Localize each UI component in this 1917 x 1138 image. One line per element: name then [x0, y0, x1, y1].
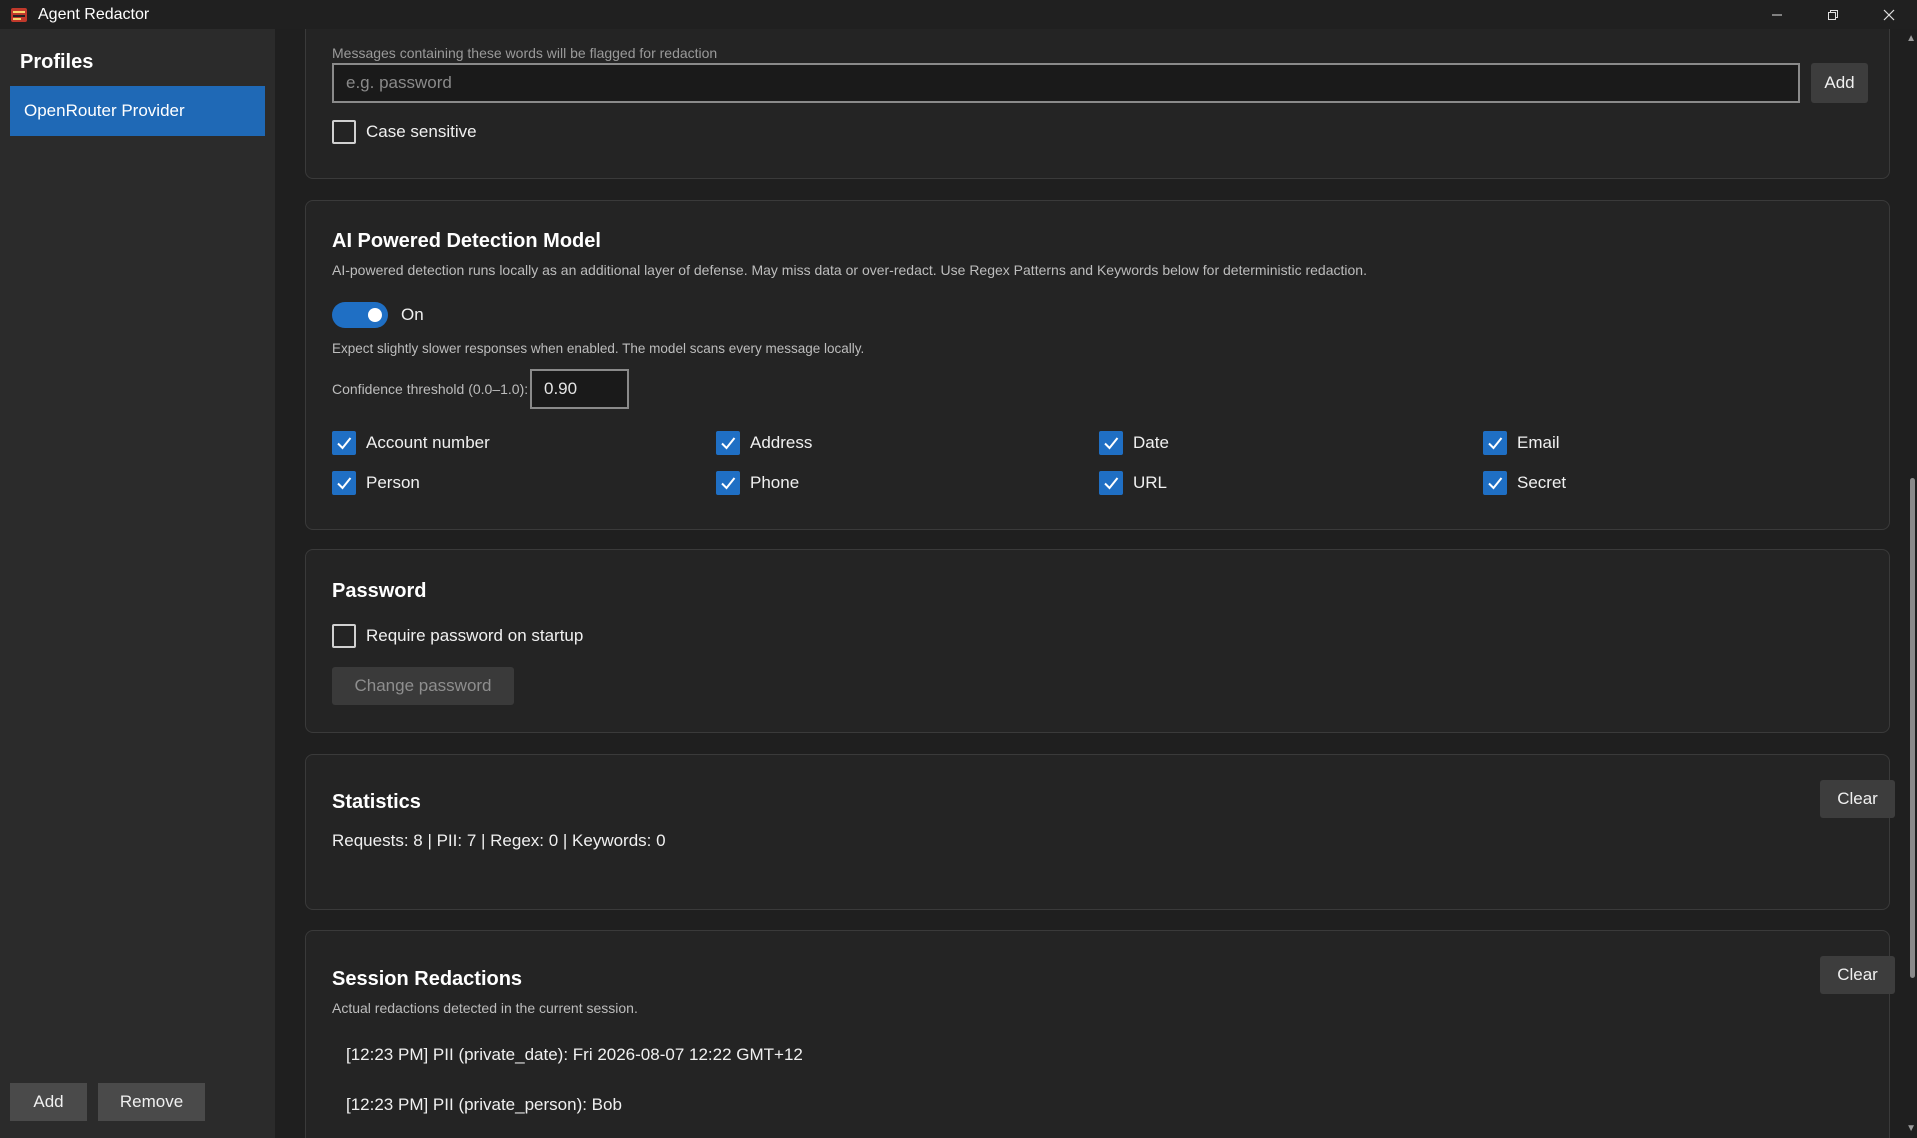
statistics-title: Statistics — [332, 791, 421, 813]
restore-button[interactable] — [1805, 0, 1861, 29]
ai-detection-card: AI Powered Detection Model AI-powered de… — [305, 200, 1890, 530]
category-label: Person — [366, 473, 420, 492]
checkbox-box — [332, 624, 356, 648]
scroll-up-icon[interactable]: ▲ — [1906, 33, 1916, 44]
clear-session-button[interactable]: Clear — [1820, 956, 1895, 994]
session-redactions-title: Session Redactions — [332, 968, 523, 990]
category-label: Account number — [366, 433, 490, 452]
category-email[interactable]: Email — [1483, 431, 1560, 455]
title-bar: Agent Redactor — [0, 0, 1917, 29]
scroll-down-icon[interactable]: ▼ — [1906, 1123, 1916, 1134]
statistics-card: Statistics Clear Requests: 8 | PII: 7 | … — [305, 754, 1895, 910]
minimize-icon — [1772, 14, 1782, 15]
checkmark-icon — [1099, 471, 1123, 495]
window-controls — [1749, 0, 1917, 29]
restore-icon — [1828, 9, 1838, 20]
app-logo-icon — [10, 6, 28, 24]
category-label: Email — [1517, 433, 1560, 452]
checkmark-icon — [1099, 431, 1123, 455]
case-sensitive-checkbox[interactable]: Case sensitive — [332, 120, 477, 144]
category-secret[interactable]: Secret — [1483, 471, 1566, 495]
threshold-label: Confidence threshold (0.0–1.0): — [332, 381, 529, 397]
category-label: URL — [1133, 473, 1168, 492]
category-date[interactable]: Date — [1099, 431, 1169, 455]
checkmark-icon — [332, 431, 356, 455]
remove-profile-button[interactable]: Remove — [98, 1083, 205, 1121]
ai-detection-note: Expect slightly slower responses when en… — [332, 341, 865, 356]
case-sensitive-label: Case sensitive — [366, 122, 477, 141]
scrollbar-thumb[interactable] — [1910, 478, 1915, 978]
category-phone[interactable]: Phone — [716, 471, 799, 495]
category-person[interactable]: Person — [332, 471, 420, 495]
checkmark-icon — [716, 471, 740, 495]
main-panel: Messages containing these words will be … — [275, 29, 1907, 1138]
checkmark-icon — [1483, 431, 1507, 455]
category-address[interactable]: Address — [716, 431, 812, 455]
session-redactions-description: Actual redactions detected in the curren… — [332, 1000, 638, 1016]
password-title: Password — [332, 580, 427, 602]
ai-detection-toggle[interactable] — [332, 302, 388, 328]
profile-item-openrouter[interactable]: OpenRouter Provider — [10, 86, 265, 136]
sidebar-heading: Profiles — [20, 51, 94, 73]
minimize-button[interactable] — [1749, 0, 1805, 29]
sidebar: Profiles OpenRouter Provider Add Remove — [0, 29, 275, 1138]
window-title: Agent Redactor — [38, 5, 150, 23]
toggle-state-label: On — [401, 305, 424, 324]
category-label: Address — [750, 433, 813, 452]
statistics-summary: Requests: 8 | PII: 7 | Regex: 0 | Keywor… — [332, 831, 666, 850]
threshold-input[interactable] — [530, 369, 629, 409]
checkbox-box — [332, 120, 356, 144]
category-label: Date — [1133, 433, 1169, 452]
close-button[interactable] — [1861, 0, 1917, 29]
require-password-label: Require password on startup — [366, 626, 584, 645]
add-profile-button[interactable]: Add — [10, 1083, 87, 1121]
clear-statistics-button[interactable]: Clear — [1820, 780, 1895, 818]
category-label: Phone — [750, 473, 800, 492]
password-card: Password Require password on startup Cha… — [305, 549, 1890, 733]
category-account-number[interactable]: Account number — [332, 431, 490, 455]
checkmark-icon — [716, 431, 740, 455]
category-label: Secret — [1517, 473, 1567, 492]
change-password-button[interactable]: Change password — [332, 667, 514, 705]
keywords-description: Messages containing these words will be … — [332, 45, 718, 61]
checkmark-icon — [332, 471, 356, 495]
redaction-entry: [12:23 PM] PII (private_person): Bob — [346, 1095, 622, 1114]
profile-item-label: OpenRouter Provider — [24, 101, 185, 120]
close-icon — [1883, 9, 1895, 20]
ai-detection-description: AI-powered detection runs locally as an … — [332, 262, 1367, 278]
ai-detection-title: AI Powered Detection Model — [332, 230, 601, 252]
require-password-checkbox[interactable]: Require password on startup — [332, 624, 583, 648]
keywords-card: Messages containing these words will be … — [305, 29, 1890, 179]
redaction-entry: [12:23 PM] PII (private_date): Fri 2026-… — [346, 1045, 803, 1064]
session-redactions-card: Session Redactions Clear Actual redactio… — [305, 930, 1895, 1138]
keyword-input[interactable] — [332, 63, 1800, 103]
toggle-knob — [368, 308, 382, 322]
add-keyword-button[interactable]: Add — [1811, 63, 1868, 103]
checkmark-icon — [1483, 471, 1507, 495]
category-url[interactable]: URL — [1099, 471, 1167, 495]
